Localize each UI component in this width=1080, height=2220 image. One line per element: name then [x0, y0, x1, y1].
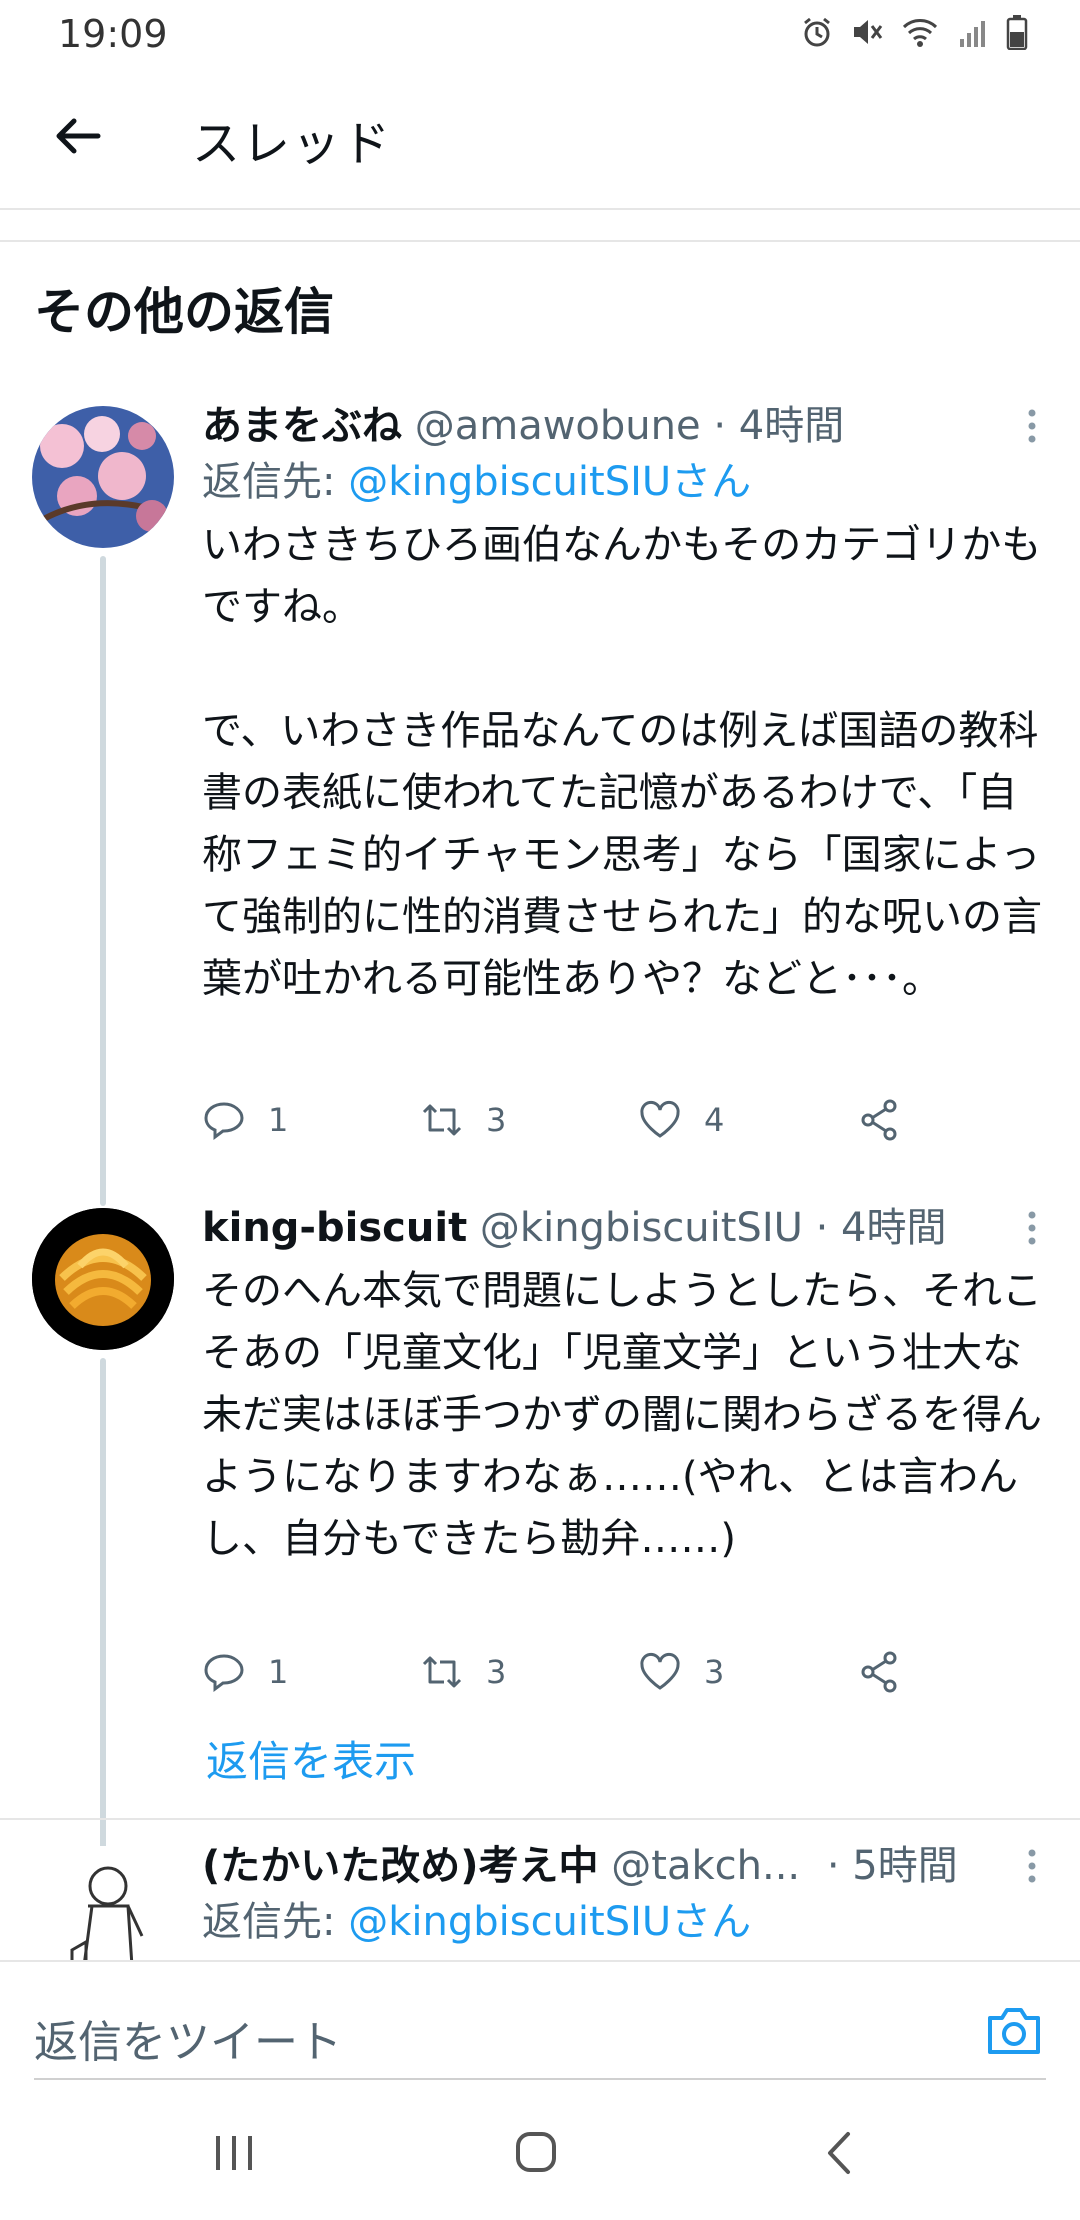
status-time: 19:09 [58, 12, 168, 56]
tweet-actions: 1 3 4 [202, 1098, 962, 1154]
thread-continuation-dots [98, 1738, 108, 1778]
reply-icon [204, 1654, 244, 1692]
tweet-body: (たかいた改め)考え中 @takch... · 5時間 返信先: @kingbi… [202, 1838, 1042, 1950]
reply-button[interactable]: 1 [202, 1098, 288, 1142]
reply-to-line: 返信先: @kingbiscuitSIUさん [202, 454, 1042, 510]
like-count: 3 [704, 1653, 725, 1691]
user-handle-time: @amawobune · 4時間 [414, 403, 845, 449]
reply-to-line: 返信先: @kingbiscuitSIUさん [202, 1894, 1042, 1950]
like-button[interactable]: 4 [638, 1098, 724, 1142]
heart-icon [640, 1652, 680, 1690]
share-button[interactable] [858, 1650, 902, 1694]
share-icon [861, 1099, 897, 1141]
status-icons [800, 14, 1028, 54]
share-button[interactable] [858, 1098, 902, 1142]
like-count: 4 [704, 1101, 725, 1139]
user-handle: @takch... [611, 1843, 801, 1889]
tweet-header: king-biscuit @kingbiscuitSIU · 4時間 [202, 1200, 1042, 1256]
tweet-actions: 1 3 3 [202, 1650, 962, 1706]
retweet-count: 3 [486, 1101, 507, 1139]
wifi-icon [900, 15, 940, 53]
camera-icon[interactable] [984, 2002, 1044, 2058]
reply-count: 1 [268, 1101, 289, 1139]
reply-count: 1 [268, 1653, 289, 1691]
home-icon[interactable] [506, 2128, 566, 2178]
tweet-header: (たかいた改め)考え中 @takch... · 5時間 [202, 1838, 1042, 1894]
thread-line [100, 1358, 106, 1878]
tweet-header: あまをぶね @amawobune · 4時間 [202, 398, 1042, 454]
app-bar: スレッド [0, 66, 1080, 210]
reply-prefix: 返信先: [202, 459, 349, 505]
user-handle-time: @kingbiscuitSIU · 4時間 [479, 1205, 947, 1251]
status-bar: 19:09 [0, 0, 1080, 66]
battery-icon [1006, 14, 1028, 54]
tweet-body: あまをぶね @amawobune · 4時間 返信先: @kingbiscuit… [202, 398, 1042, 1010]
user-name[interactable]: king-biscuit [202, 1205, 467, 1251]
avatar[interactable] [32, 406, 174, 548]
like-button[interactable]: 3 [638, 1650, 724, 1694]
retweet-button[interactable]: 3 [420, 1650, 506, 1694]
alarm-icon [800, 15, 834, 53]
avatar[interactable] [32, 1208, 174, 1350]
user-name[interactable]: あまをぶね [202, 403, 402, 449]
back-arrow-icon[interactable] [48, 106, 108, 166]
retweet-icon [422, 1656, 462, 1688]
reply-input[interactable]: 返信をツイート [34, 2006, 342, 2070]
retweet-icon [422, 1104, 462, 1136]
reply-icon [204, 1102, 244, 1140]
reply-prefix: 返信先: [202, 1899, 349, 1945]
more-options-icon[interactable] [1026, 408, 1038, 444]
user-name[interactable]: (たかいた改め)考え中 [202, 1843, 599, 1889]
recent-apps-icon[interactable] [204, 2128, 264, 2178]
more-options-icon[interactable] [1026, 1210, 1038, 1246]
page-title: スレッド [192, 116, 393, 172]
section-title: その他の返信 [34, 283, 334, 341]
more-options-icon[interactable] [1026, 1848, 1038, 1884]
reply-mention-link[interactable]: @kingbiscuitSIUさん [348, 1899, 751, 1945]
mute-icon [850, 15, 884, 53]
system-nav-bar [0, 2080, 1080, 2220]
reply-mention-link[interactable]: @kingbiscuitSIUさん [348, 459, 751, 505]
thread-line [100, 556, 106, 1206]
section-gap [0, 208, 1080, 242]
signal-icon [956, 15, 990, 53]
reply-composer: 返信をツイート [0, 1960, 1080, 2082]
reply-button[interactable]: 1 [202, 1650, 288, 1694]
back-icon[interactable] [810, 2128, 870, 2178]
tweet-time: · 5時間 [826, 1843, 958, 1889]
share-icon [861, 1651, 897, 1693]
retweet-count: 3 [486, 1653, 507, 1691]
tweet-text: そのへん本気で問題にしようとしたら、それこそあの「児童文化」「児童文学」という壮… [202, 1268, 1042, 1562]
heart-icon [640, 1100, 680, 1138]
tweet-body: king-biscuit @kingbiscuitSIU · 4時間 そのへん本… [202, 1200, 1042, 1570]
tweet-text: いわさきちひろ画伯なんかもそのカテゴリかもですね。 で、いわさき作品なんてのは例… [202, 522, 1042, 1002]
show-replies-link[interactable]: 返信を表示 [206, 1728, 416, 1789]
divider [0, 1818, 1080, 1820]
retweet-button[interactable]: 3 [420, 1098, 506, 1142]
